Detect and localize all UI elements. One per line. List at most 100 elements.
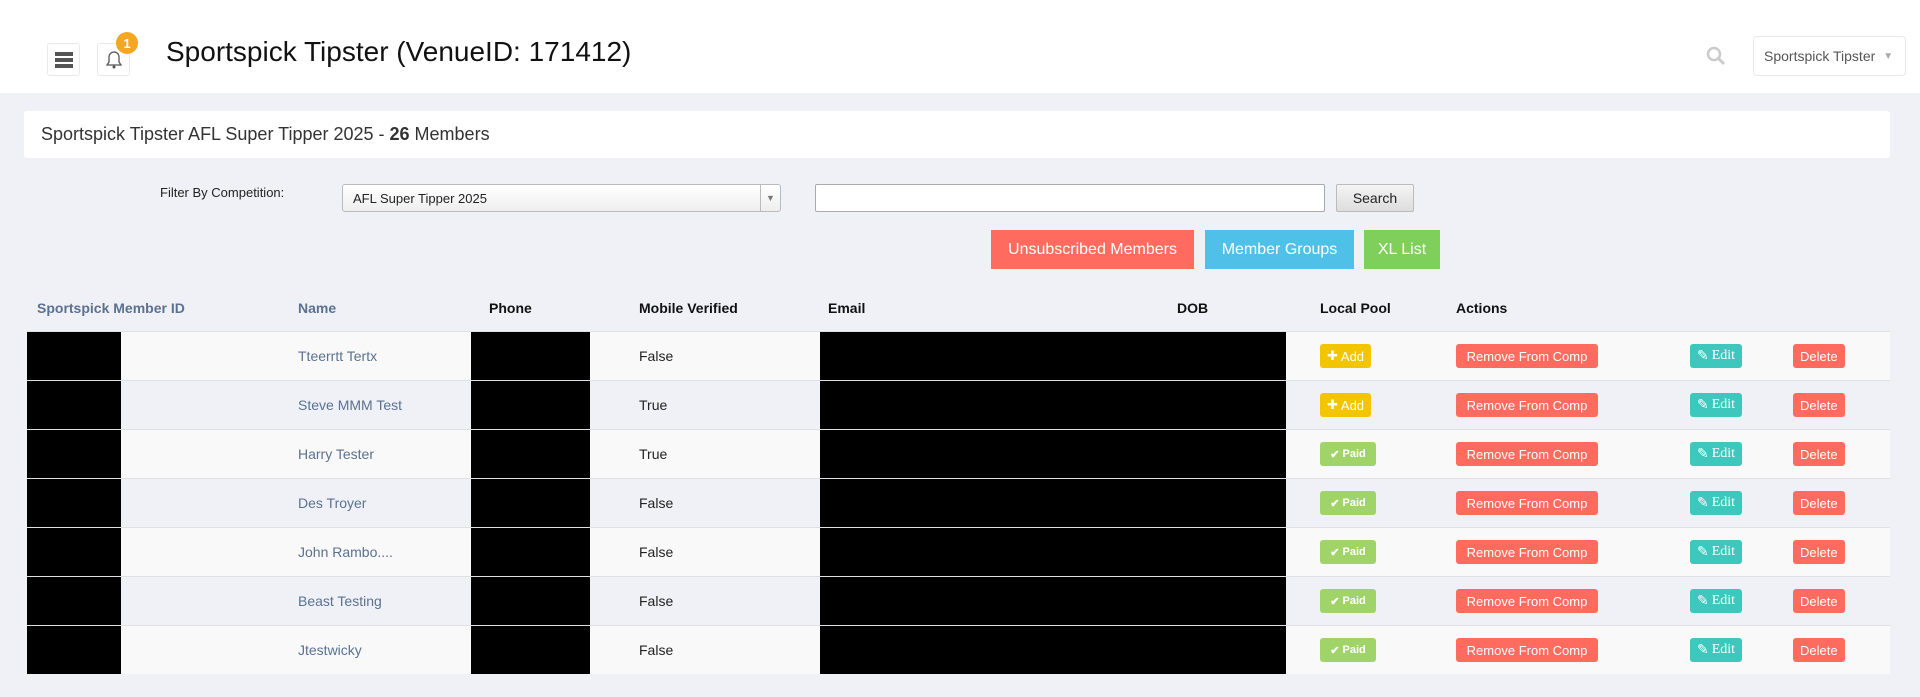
edit-button[interactable]: ✎ Edit xyxy=(1690,589,1743,613)
header-name[interactable]: Name xyxy=(298,300,336,316)
delete-cell: Delete xyxy=(1793,430,1845,478)
pencil-icon: ✎ xyxy=(1697,446,1709,462)
pool-label: Paid xyxy=(1342,448,1366,460)
remove-from-comp-button[interactable]: Remove From Comp xyxy=(1456,491,1598,515)
redacted-member-id xyxy=(27,479,121,527)
edit-label: Edit xyxy=(1711,642,1736,657)
redacted-phone xyxy=(471,332,590,380)
filter-label: Filter By Competition: xyxy=(160,185,285,200)
member-name-link[interactable]: Harry Tester xyxy=(298,430,374,478)
redacted-phone xyxy=(471,430,590,478)
menu-toggle-button[interactable] xyxy=(47,43,80,76)
edit-button[interactable]: ✎ Edit xyxy=(1690,344,1743,368)
pool-label: Add xyxy=(1340,348,1365,364)
edit-label: Edit xyxy=(1711,593,1736,608)
delete-button[interactable]: Delete xyxy=(1793,491,1845,515)
pool-label: Paid xyxy=(1342,546,1366,558)
redacted-email-dob xyxy=(820,332,1286,380)
pencil-icon: ✎ xyxy=(1697,544,1709,560)
member-name-link[interactable]: Beast Testing xyxy=(298,577,382,625)
page-title: Sportspick Tipster (VenueID: 171412) xyxy=(166,36,632,67)
redacted-email-dob xyxy=(820,381,1286,429)
edit-cell: ✎ Edit xyxy=(1690,479,1743,527)
delete-button[interactable]: Delete xyxy=(1793,589,1845,613)
caret-down-icon: ▼ xyxy=(1883,50,1894,62)
delete-cell: Delete xyxy=(1793,626,1845,674)
remove-from-comp-button[interactable]: Remove From Comp xyxy=(1456,589,1598,613)
members-table: Tteerrtt Tertx False ✚ Add Remove From Co… xyxy=(27,331,1890,674)
redacted-email-dob xyxy=(820,479,1286,527)
redacted-phone xyxy=(471,479,590,527)
add-local-pool-button[interactable]: ✚ Add xyxy=(1320,393,1372,417)
plus-icon: ✚ xyxy=(1327,397,1338,412)
competition-select[interactable]: AFL Super Tipper 2025 ▼ xyxy=(342,184,781,212)
local-pool-cell: ✔ Paid xyxy=(1320,430,1376,478)
delete-cell: Delete xyxy=(1793,479,1845,527)
header-member-id[interactable]: Sportspick Member ID xyxy=(37,300,185,316)
member-name-link[interactable]: Steve MMM Test xyxy=(298,381,402,429)
pencil-icon: ✎ xyxy=(1697,642,1709,658)
member-name-link[interactable]: Jtestwicky xyxy=(298,626,362,674)
redacted-email-dob xyxy=(820,577,1286,625)
member-name-link[interactable]: Des Troyer xyxy=(298,479,366,527)
header-mobile-verified: Mobile Verified xyxy=(639,300,738,316)
add-local-pool-button[interactable]: ✚ Add xyxy=(1320,344,1372,368)
mobile-verified: True xyxy=(639,397,668,413)
redacted-member-id xyxy=(27,626,121,674)
remove-from-comp-button[interactable]: Remove From Comp xyxy=(1456,442,1598,466)
delete-button[interactable]: Delete xyxy=(1793,393,1845,417)
pool-label: Paid xyxy=(1342,595,1366,607)
member-name-link[interactable]: John Rambo.... xyxy=(298,528,393,576)
search-icon[interactable] xyxy=(1706,46,1726,71)
header-actions: Actions xyxy=(1456,300,1508,316)
edit-button[interactable]: ✎ Edit xyxy=(1690,393,1743,417)
edit-button[interactable]: ✎ Edit xyxy=(1690,638,1743,662)
redacted-phone xyxy=(471,381,590,429)
edit-cell: ✎ Edit xyxy=(1690,381,1743,429)
edit-button[interactable]: ✎ Edit xyxy=(1690,442,1743,466)
header-local-pool: Local Pool xyxy=(1320,300,1391,316)
remove-from-comp-button[interactable]: Remove From Comp xyxy=(1456,344,1598,368)
edit-label: Edit xyxy=(1711,397,1736,412)
member-count: 26 xyxy=(389,124,410,144)
plus-icon: ✚ xyxy=(1327,348,1338,363)
member-name-link[interactable]: Tteerrtt Tertx xyxy=(298,332,377,380)
local-pool-cell: ✔ Paid xyxy=(1320,528,1376,576)
paid-badge: ✔ Paid xyxy=(1320,442,1376,466)
unsubscribed-members-button[interactable]: Unsubscribed Members xyxy=(991,230,1194,269)
local-pool-cell: ✚ Add xyxy=(1320,332,1372,380)
edit-label: Edit xyxy=(1711,544,1736,559)
check-icon: ✔ xyxy=(1330,644,1340,657)
table-row: Steve MMM Test True ✚ Add Remove From Com… xyxy=(27,380,1890,429)
member-groups-button[interactable]: Member Groups xyxy=(1205,230,1354,269)
mobile-verified: False xyxy=(639,593,674,609)
user-menu-dropdown[interactable]: Sportspick Tipster ▼ xyxy=(1753,36,1906,76)
edit-button[interactable]: ✎ Edit xyxy=(1690,540,1743,564)
remove-from-comp-button[interactable]: Remove From Comp xyxy=(1456,540,1598,564)
search-button[interactable]: Search xyxy=(1336,184,1414,212)
table-row: John Rambo.... False ✔ Paid Remove From C… xyxy=(27,527,1890,576)
delete-button[interactable]: Delete xyxy=(1793,344,1845,368)
delete-button[interactable]: Delete xyxy=(1793,442,1845,466)
remove-cell: Remove From Comp xyxy=(1456,381,1598,429)
search-input[interactable] xyxy=(815,184,1325,212)
remove-cell: Remove From Comp xyxy=(1456,626,1598,674)
check-icon: ✔ xyxy=(1330,595,1340,608)
remove-cell: Remove From Comp xyxy=(1456,332,1598,380)
edit-cell: ✎ Edit xyxy=(1690,430,1743,478)
summary-suffix: Members xyxy=(409,124,490,144)
remove-from-comp-button[interactable]: Remove From Comp xyxy=(1456,393,1598,417)
edit-button[interactable]: ✎ Edit xyxy=(1690,491,1743,515)
xl-list-button[interactable]: XL List xyxy=(1364,230,1440,269)
pool-label: Add xyxy=(1340,397,1365,413)
delete-button[interactable]: Delete xyxy=(1793,638,1845,662)
redacted-member-id xyxy=(27,528,121,576)
pool-label: Paid xyxy=(1342,644,1366,656)
local-pool-cell: ✚ Add xyxy=(1320,381,1372,429)
redacted-member-id xyxy=(27,332,121,380)
delete-button[interactable]: Delete xyxy=(1793,540,1845,564)
remove-from-comp-button[interactable]: Remove From Comp xyxy=(1456,638,1598,662)
redacted-member-id xyxy=(27,381,121,429)
paid-badge: ✔ Paid xyxy=(1320,491,1376,515)
local-pool-cell: ✔ Paid xyxy=(1320,626,1376,674)
